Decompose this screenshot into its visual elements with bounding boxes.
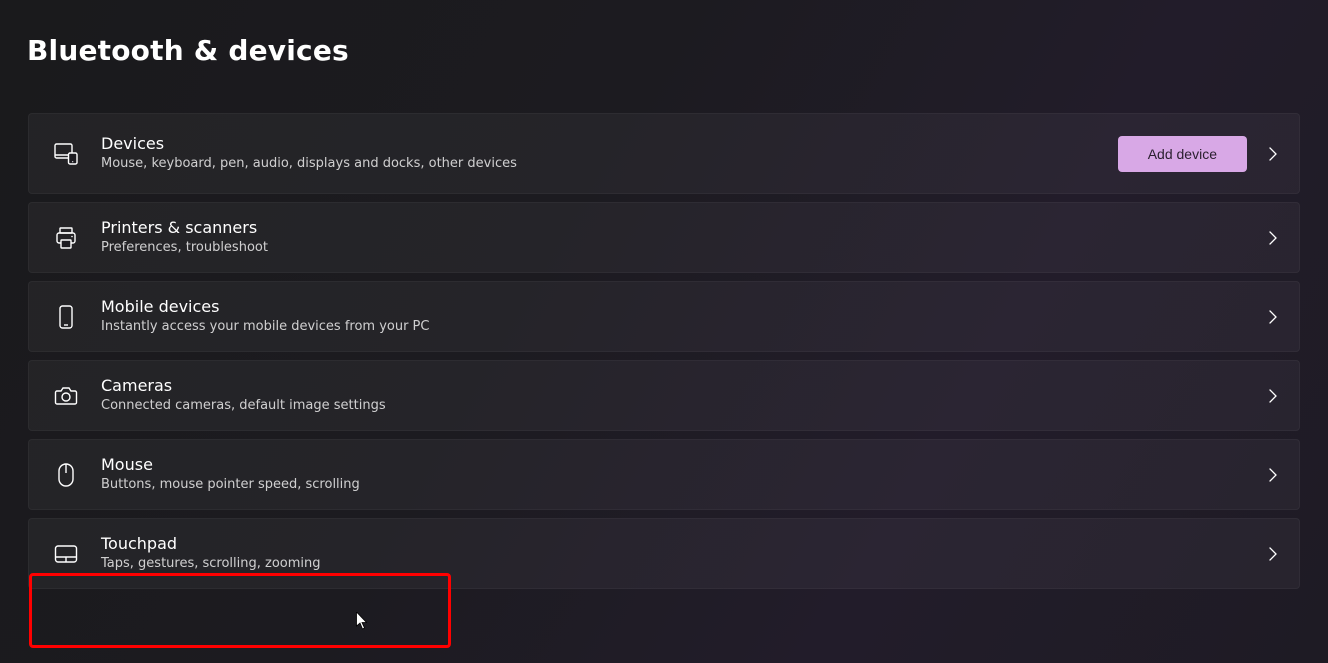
chevron-right-icon [1265,146,1281,162]
chevron-right-icon [1265,230,1281,246]
row-subtitle: Instantly access your mobile devices fro… [101,319,1265,336]
touchpad-icon [53,541,79,567]
cursor-icon [356,612,369,630]
camera-icon [53,383,79,409]
row-mobile-devices[interactable]: Mobile devices Instantly access your mob… [28,281,1300,352]
row-text: Printers & scanners Preferences, trouble… [101,218,1265,257]
row-title: Mouse [101,455,1265,476]
chevron-right-icon [1265,546,1281,562]
row-mouse[interactable]: Mouse Buttons, mouse pointer speed, scro… [28,439,1300,510]
chevron-right-icon [1265,467,1281,483]
row-title: Printers & scanners [101,218,1265,239]
row-touchpad[interactable]: Touchpad Taps, gestures, scrolling, zoom… [28,518,1300,589]
row-text: Mobile devices Instantly access your mob… [101,297,1265,336]
row-text: Mouse Buttons, mouse pointer speed, scro… [101,455,1265,494]
devices-icon [53,141,79,167]
chevron-right-icon [1265,388,1281,404]
row-text: Touchpad Taps, gestures, scrolling, zoom… [101,534,1265,573]
row-subtitle: Connected cameras, default image setting… [101,398,1265,415]
row-title: Mobile devices [101,297,1265,318]
mouse-icon [53,462,79,488]
row-subtitle: Preferences, troubleshoot [101,240,1265,257]
page-title: Bluetooth & devices [0,0,1328,67]
row-title: Cameras [101,376,1265,397]
row-cameras[interactable]: Cameras Connected cameras, default image… [28,360,1300,431]
row-text: Devices Mouse, keyboard, pen, audio, dis… [101,134,1118,173]
chevron-right-icon [1265,309,1281,325]
row-subtitle: Taps, gestures, scrolling, zooming [101,556,1265,573]
row-subtitle: Mouse, keyboard, pen, audio, displays an… [101,156,1118,173]
row-devices[interactable]: Devices Mouse, keyboard, pen, audio, dis… [28,113,1300,194]
row-title: Devices [101,134,1118,155]
phone-icon [53,304,79,330]
row-text: Cameras Connected cameras, default image… [101,376,1265,415]
row-title: Touchpad [101,534,1265,555]
printer-icon [53,225,79,251]
settings-list: Devices Mouse, keyboard, pen, audio, dis… [0,67,1328,589]
row-printers-scanners[interactable]: Printers & scanners Preferences, trouble… [28,202,1300,273]
row-subtitle: Buttons, mouse pointer speed, scrolling [101,477,1265,494]
add-device-button[interactable]: Add device [1118,136,1247,172]
